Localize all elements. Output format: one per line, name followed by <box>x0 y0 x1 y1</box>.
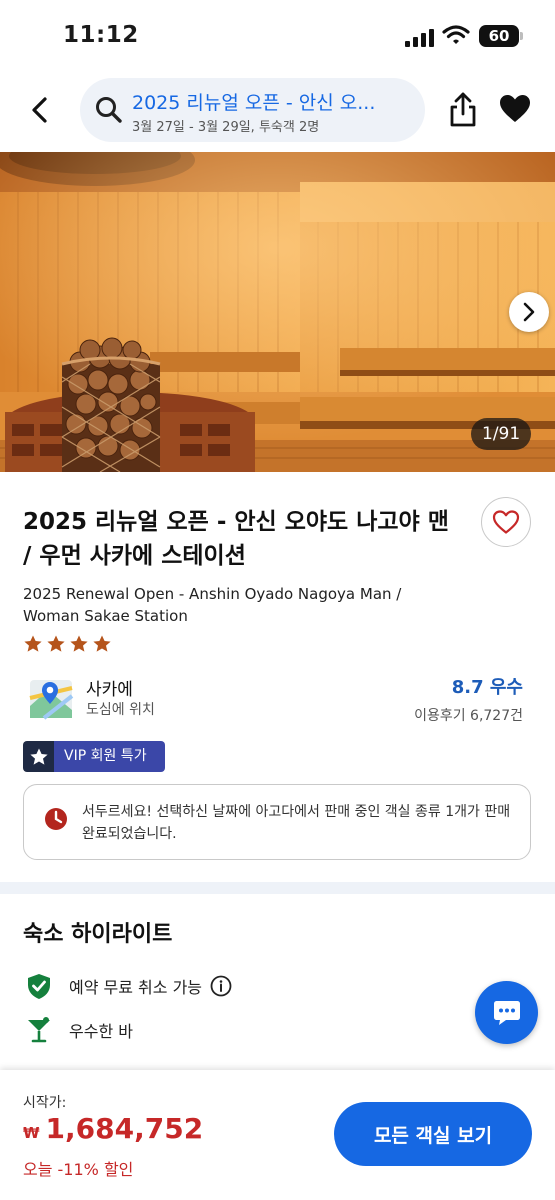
discount-text: 오늘 -11% 할인 <box>23 1160 134 1179</box>
chat-bubble-icon <box>493 1000 520 1025</box>
chevron-left-icon <box>32 97 47 123</box>
signal-icon <box>405 27 435 47</box>
heart-outline-icon <box>492 510 520 534</box>
star-icon <box>93 635 111 652</box>
info-icon[interactable] <box>210 975 232 997</box>
view-all-rooms-button[interactable]: 모든 객실 보기 <box>334 1102 532 1166</box>
highlight-item: 예약 무료 취소 가능 <box>25 970 232 1002</box>
vip-badge: VIP 회원 특가 <box>23 741 165 772</box>
favorite-button[interactable] <box>498 92 532 126</box>
star-icon <box>24 635 42 652</box>
hotel-name-english: 2025 Renewal Open - Anshin Oyado Nagoya … <box>23 585 402 625</box>
cocktail-icon <box>28 1017 50 1043</box>
photo-counter: 1/91 <box>471 418 532 450</box>
search-dates-guests: 3월 27일 - 3월 29일, 투숙객 2명 <box>132 120 320 135</box>
clock-icon <box>45 808 67 830</box>
status-bar: 11:12 60 <box>0 0 555 72</box>
sauna-photo <box>0 152 555 472</box>
hotel-name-korean: 2025 리뉴얼 오픈 - 안신 오야도 나고야 맨 / 우먼 사카에 스테이션 <box>23 509 449 569</box>
highlight-label: 우수한 바 <box>69 1022 133 1041</box>
search-title: 2025 리뉴얼 오픈 - 안신 오... <box>132 92 376 114</box>
price-label: 시작가: <box>23 1095 67 1111</box>
search-summary-pill[interactable]: 2025 리뉴얼 오픈 - 안신 오... 3월 27일 - 3월 29일, 투… <box>80 78 425 142</box>
battery-icon: 60 <box>479 25 523 47</box>
search-icon <box>96 97 122 123</box>
back-button[interactable] <box>22 90 58 130</box>
map-location-icon[interactable] <box>28 676 74 722</box>
location-name: 사카에 <box>86 680 133 700</box>
location-description: 도심에 위치 <box>86 702 155 718</box>
hero-photo-gallery[interactable]: 1/91 <box>0 152 555 472</box>
star-rating <box>23 634 112 654</box>
currency-symbol: ₩ <box>23 1124 40 1142</box>
star-icon <box>47 635 65 652</box>
booking-bar: 시작가: ₩ 1,684,752 오늘 -11% 할인 모든 객실 보기 <box>0 1070 555 1200</box>
highlight-label: 예약 무료 취소 가능 <box>69 978 203 997</box>
star-icon <box>70 635 88 652</box>
shield-check-icon <box>28 974 50 999</box>
status-time: 11:12 <box>63 22 139 48</box>
chat-button[interactable] <box>475 981 538 1044</box>
vip-badge-label: VIP 회원 특가 <box>54 741 165 772</box>
top-nav: 2025 리뉴얼 오픈 - 안신 오... 3월 27일 - 3월 29일, 투… <box>0 72 555 152</box>
price-value: 1,684,752 <box>45 1112 204 1145</box>
review-count[interactable]: 이용후기 6,727건 <box>414 705 523 725</box>
share-icon <box>450 92 476 127</box>
review-score[interactable]: 8.7 우수 <box>452 673 523 699</box>
share-button[interactable] <box>446 90 480 130</box>
vip-star-icon <box>23 741 54 772</box>
heart-filled-icon <box>500 95 530 122</box>
wifi-icon <box>442 24 470 46</box>
highlights-title: 숙소 하이라이트 <box>23 922 173 947</box>
highlight-item: 우수한 바 <box>25 1014 133 1046</box>
next-photo-button[interactable] <box>509 292 549 332</box>
urgency-alert: 서두르세요! 선택하신 날짜에 아고다에서 판매 중인 객실 종류 1개가 판매… <box>23 784 531 860</box>
section-divider <box>0 882 555 894</box>
alert-text: 서두르세요! 선택하신 날짜에 아고다에서 판매 중인 객실 종류 1개가 판매… <box>82 804 511 842</box>
price-row: ₩ 1,684,752 <box>23 1112 203 1145</box>
save-to-favorites-button[interactable] <box>481 497 531 547</box>
chevron-right-icon <box>523 302 535 322</box>
